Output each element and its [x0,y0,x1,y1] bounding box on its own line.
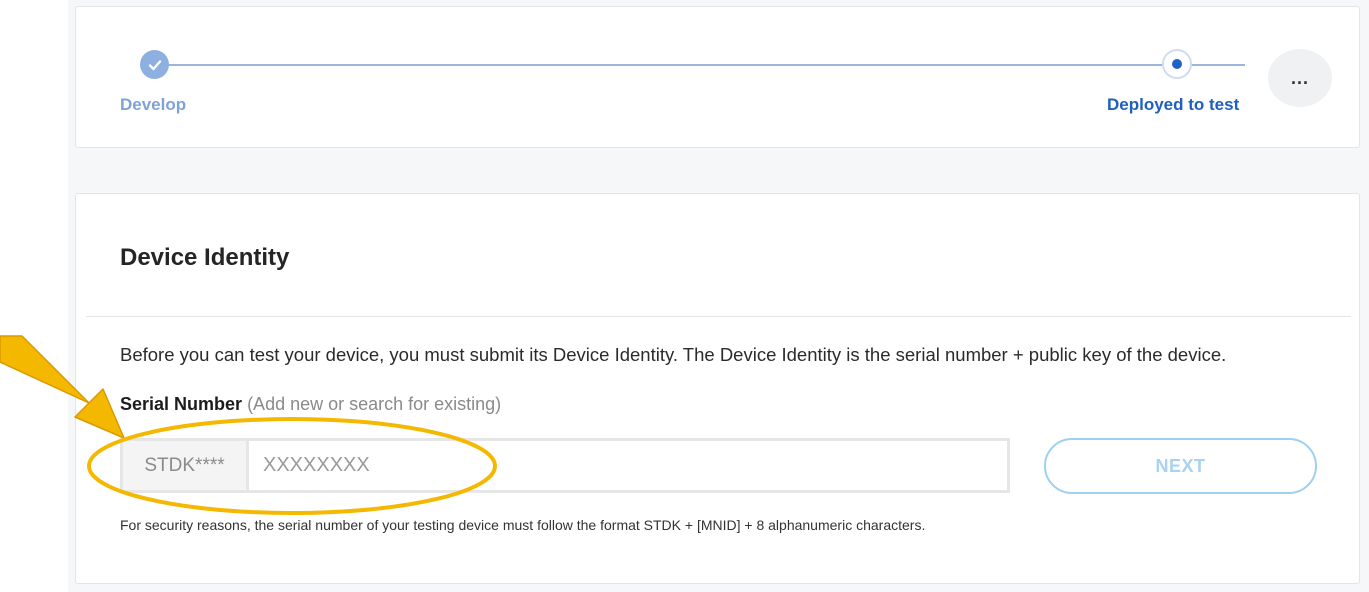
serial-format-note: For security reasons, the serial number … [120,517,926,533]
step-develop-label: Develop [120,95,187,114]
serial-prefix: STDK**** [123,441,249,490]
progress-stepper: Develop Deployed to test ... [75,6,1360,148]
divider [86,316,1351,317]
serial-number-field: STDK**** [120,438,1010,493]
stepper-track [156,64,1245,66]
step-deployed-label: Deployed to test [1107,95,1240,114]
step-develop-marker [140,50,169,79]
ellipsis-icon: ... [1290,67,1309,88]
current-step-dot-icon [1172,59,1182,69]
serial-label-hint: (Add new or search for existing) [247,394,502,414]
step-deployed-marker [1162,49,1192,79]
more-options-button[interactable]: ... [1268,49,1332,107]
checkmark-icon [148,59,161,70]
next-button[interactable]: NEXT [1044,438,1317,494]
serial-number-label: Serial Number (Add new or search for exi… [120,394,501,415]
serial-number-input[interactable] [249,441,1007,490]
device-identity-description: Before you can test your device, you mus… [120,344,1227,365]
section-title: Device Identity [120,244,290,271]
device-identity-card: Device Identity Before you can test your… [75,193,1360,584]
page-gutter [0,0,68,592]
serial-label-text: Serial Number [120,394,243,414]
